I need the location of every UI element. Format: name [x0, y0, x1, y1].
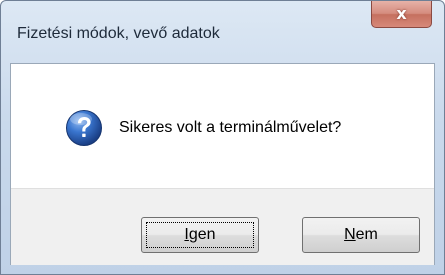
window-title: Fizetési módok, vevő adatok	[17, 25, 220, 42]
no-button-accel: N	[344, 226, 356, 243]
message-area: Sikeres volt a terminálművelet?	[11, 64, 434, 188]
dialog-body: Sikeres volt a terminálművelet? Igen Nem	[10, 63, 435, 265]
yes-button-label-rest: gen	[188, 226, 216, 243]
title-bar[interactable]: Fizetési módok, vevő adatok x	[1, 1, 444, 63]
dialog-message: Sikeres volt a terminálművelet?	[119, 119, 342, 136]
no-button[interactable]: Nem	[302, 217, 420, 253]
no-button-label-rest: em	[355, 226, 378, 243]
question-icon	[66, 110, 102, 146]
yes-button[interactable]: Igen	[141, 217, 259, 253]
close-icon: x	[396, 4, 407, 23]
yes-button-label: Igen	[184, 226, 215, 244]
close-button[interactable]: x	[371, 1, 432, 28]
no-button-label: Nem	[344, 226, 378, 244]
dialog-window: Fizetési módok, vevő adatok x Sikeres vo…	[0, 0, 445, 275]
button-bar: Igen Nem	[11, 188, 434, 265]
